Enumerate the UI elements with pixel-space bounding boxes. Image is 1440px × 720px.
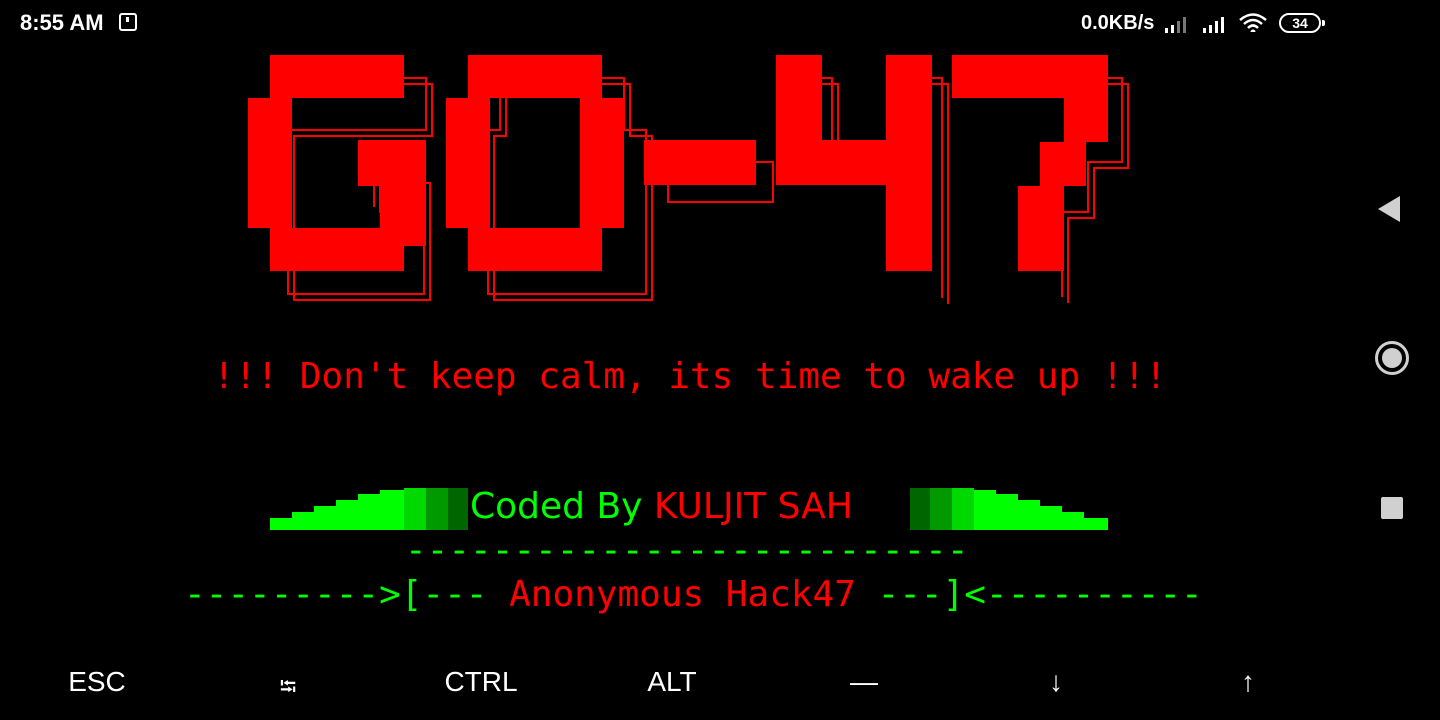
credit-prefix: Coded By xyxy=(470,486,654,527)
status-bar: 8:55 AM 0.0KB/s 34 xyxy=(0,0,1340,48)
tab-key[interactable]: ⭾ xyxy=(228,670,348,708)
slogan-text: !!! Don't keep calm, its time to wake up… xyxy=(213,356,1167,397)
notification-icon xyxy=(119,13,137,31)
back-icon[interactable] xyxy=(1378,196,1400,222)
arrow-right: ---]<---------- xyxy=(855,574,1203,615)
dash-separator: -------------------------- xyxy=(405,530,969,571)
cell-signal-2-icon xyxy=(1203,17,1224,33)
status-time: 8:55 AM xyxy=(20,10,104,35)
down-arrow-key[interactable]: ↓ xyxy=(996,666,1116,698)
dash-key[interactable]: — xyxy=(804,666,924,698)
network-speed: 0.0KB/s xyxy=(1081,12,1155,34)
wifi-icon xyxy=(1239,13,1267,32)
cell-signal-1-icon xyxy=(1165,17,1186,33)
home-icon[interactable] xyxy=(1375,341,1409,375)
ctrl-key[interactable]: CTRL xyxy=(421,666,541,698)
up-arrow-key[interactable]: ↑ xyxy=(1188,666,1308,698)
recents-icon[interactable] xyxy=(1381,497,1403,519)
arrow-left: --------->[--- xyxy=(184,574,510,615)
go47-logo xyxy=(248,55,1129,304)
alt-key[interactable]: ALT xyxy=(612,666,732,698)
team-name: Anonymous Hack47 xyxy=(509,574,856,615)
battery-icon: 34 xyxy=(1279,13,1325,33)
team-line: --------->[--- Anonymous Hack47 ---]<---… xyxy=(184,574,1203,615)
credit-line: Coded By KULJIT SAH xyxy=(470,486,853,527)
esc-key[interactable]: ESC xyxy=(37,666,157,698)
extra-keys-bar: ESC ⭾ CTRL ALT — ↓ ↑ xyxy=(0,648,1340,720)
author-name: KULJIT SAH xyxy=(653,486,853,527)
